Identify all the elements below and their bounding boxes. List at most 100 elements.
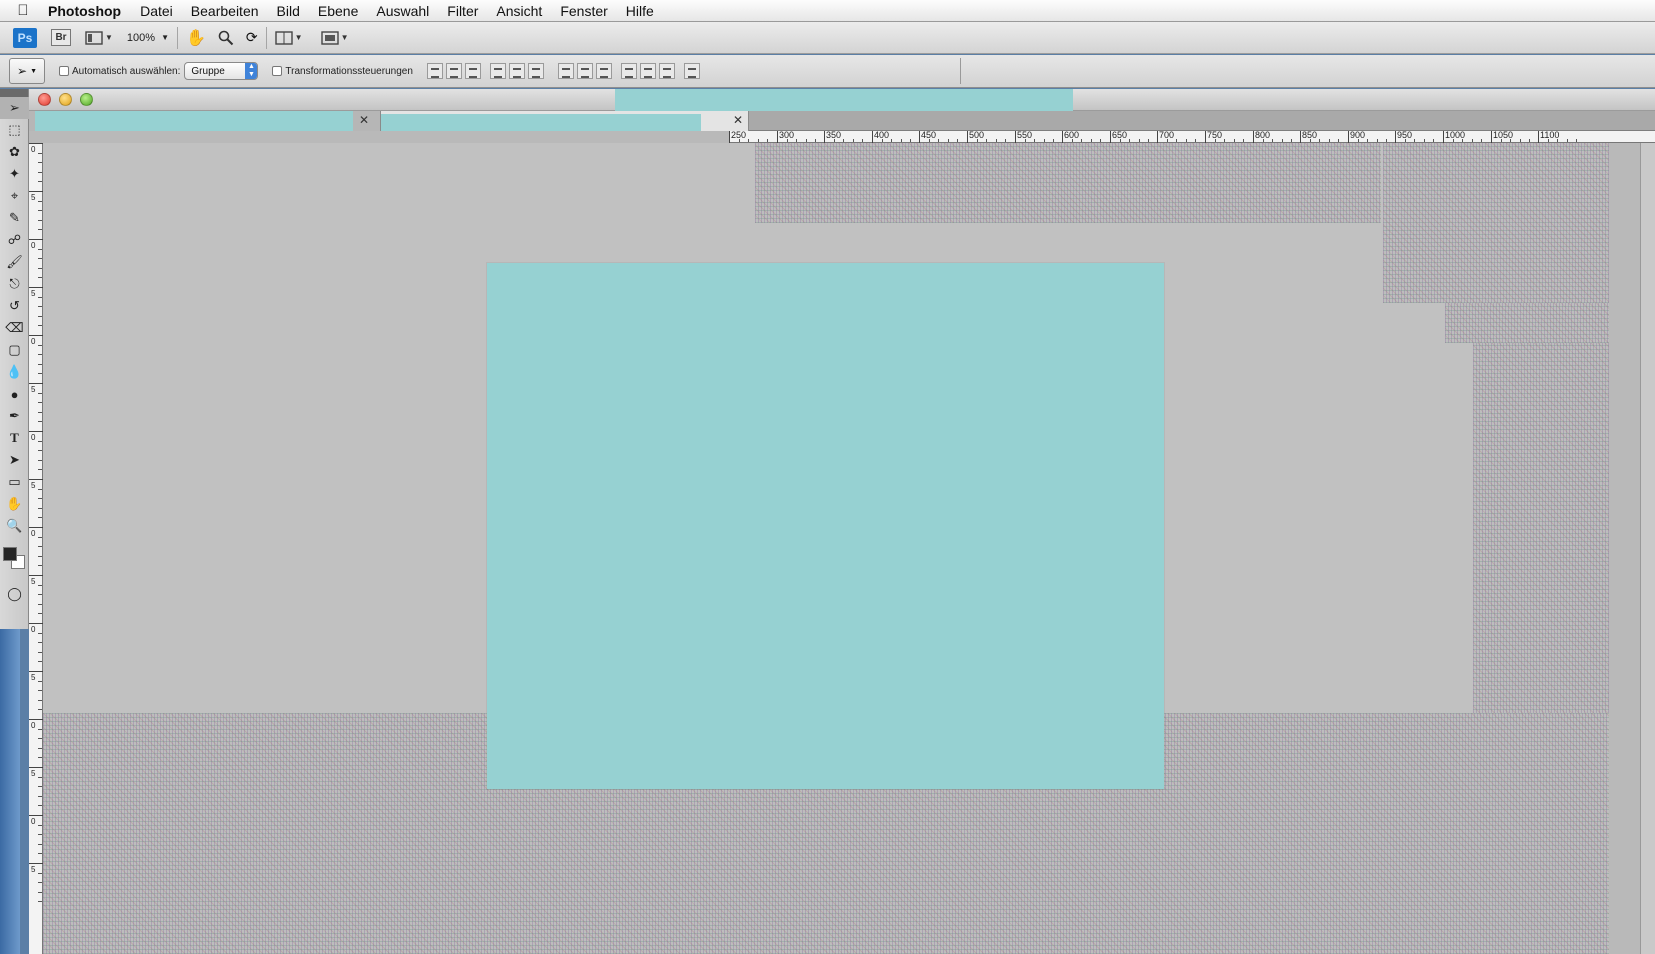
- ruler-minor-tick: [1481, 139, 1482, 142]
- document-tab-2[interactable]: ✕: [381, 111, 749, 131]
- magic-wand-tool-icon[interactable]: ✦: [0, 163, 29, 185]
- document-tab-1[interactable]: ✕: [29, 111, 381, 131]
- distribute-bottom-icon[interactable]: [595, 63, 612, 79]
- ruler-minor-tick: [38, 229, 42, 230]
- distribute-vertical-center-icon[interactable]: [576, 63, 593, 79]
- ruler-minor-tick: [1195, 139, 1196, 142]
- align-right-icon[interactable]: [527, 63, 544, 79]
- zoom-level-dropdown[interactable]: 100% ▼: [127, 32, 169, 44]
- menu-bearbeiten[interactable]: Bearbeiten: [182, 3, 268, 19]
- type-tool-icon[interactable]: T: [0, 427, 29, 449]
- screen-mode-button[interactable]: ▼: [320, 30, 348, 45]
- zoom-window-button[interactable]: [80, 93, 93, 106]
- ruler-minor-tick: [1424, 139, 1425, 142]
- ruler-minor-tick: [38, 153, 42, 154]
- ruler-minor-tick: [38, 450, 42, 451]
- minimize-window-button[interactable]: [59, 93, 72, 106]
- close-window-button[interactable]: [38, 93, 51, 106]
- healing-brush-tool-icon[interactable]: ☍: [0, 229, 29, 251]
- clone-stamp-tool-icon[interactable]: ⎋: [0, 273, 29, 295]
- ruler-minor-tick: [1405, 139, 1406, 142]
- ruler-label: 0: [31, 433, 36, 442]
- apple-logo-icon[interactable]: : [0, 2, 46, 19]
- align-left-icon[interactable]: [489, 63, 506, 79]
- auto-select-option[interactable]: Automatisch auswählen:: [59, 66, 180, 77]
- ruler-minor-tick: [1567, 139, 1568, 142]
- crop-tool-icon[interactable]: ⌖: [0, 185, 29, 207]
- bridge-button[interactable]: Br: [51, 29, 71, 46]
- foreground-color-swatch[interactable]: [3, 547, 17, 561]
- ruler-minor-tick: [948, 139, 949, 142]
- chevron-down-icon: ▼: [105, 33, 113, 42]
- arrange-documents-button[interactable]: ▼: [274, 30, 303, 45]
- marquee-tool-icon[interactable]: ⬚: [0, 119, 29, 141]
- tool-preset-picker[interactable]: ➢ ▼: [9, 58, 45, 84]
- gradient-tool-icon[interactable]: ▢: [0, 339, 29, 361]
- ruler-label: 400: [874, 130, 890, 140]
- ruler-minor-tick: [1263, 139, 1264, 142]
- menu-filter[interactable]: Filter: [438, 3, 487, 19]
- ruler-minor-tick: [986, 139, 987, 142]
- distribute-horizontal-center-icon[interactable]: [639, 63, 656, 79]
- transform-controls-checkbox[interactable]: [272, 66, 283, 76]
- ruler-minor-tick: [38, 201, 42, 202]
- close-tab-icon[interactable]: ✕: [359, 113, 369, 127]
- ruler-minor-tick: [38, 325, 42, 326]
- menu-hilfe[interactable]: Hilfe: [617, 3, 663, 19]
- menu-ebene[interactable]: Ebene: [309, 3, 367, 19]
- auto-align-layers-icon[interactable]: [683, 63, 700, 79]
- rotate-view-icon[interactable]: ⟳: [246, 29, 258, 46]
- zoom-tool-icon[interactable]: 🔍: [0, 515, 29, 537]
- menu-auswahl[interactable]: Auswahl: [367, 3, 438, 19]
- move-tool-icon[interactable]: ➢: [0, 97, 29, 119]
- pen-tool-icon[interactable]: ✒: [0, 405, 29, 427]
- zoom-icon[interactable]: [218, 30, 234, 46]
- view-extras-button[interactable]: ▼: [85, 30, 113, 45]
- align-top-icon[interactable]: [426, 63, 443, 79]
- vertical-scrollbar[interactable]: [1640, 143, 1655, 954]
- menu-datei[interactable]: Datei: [131, 3, 182, 19]
- close-tab-icon[interactable]: ✕: [733, 113, 743, 127]
- menu-bild[interactable]: Bild: [268, 3, 309, 19]
- ruler-minor-tick: [38, 901, 42, 902]
- eraser-tool-icon[interactable]: ⌫: [0, 317, 29, 339]
- ruler-label: 5: [31, 865, 36, 874]
- document-canvas[interactable]: [487, 263, 1164, 789]
- menu-fenster[interactable]: Fenster: [551, 3, 616, 19]
- view-extras-icon: [85, 30, 103, 45]
- ruler-major-tick: [29, 719, 43, 720]
- menu-app-name[interactable]: Photoshop: [46, 3, 131, 19]
- ruler-minor-tick: [1129, 139, 1130, 142]
- transform-controls-option[interactable]: Transformationssteuerungen: [272, 66, 413, 77]
- shape-tool-icon[interactable]: ▭: [0, 471, 29, 493]
- auto-select-dropdown[interactable]: Gruppe ▲ ▼: [184, 62, 259, 80]
- auto-select-checkbox[interactable]: [59, 66, 69, 76]
- history-brush-tool-icon[interactable]: ↺: [0, 295, 29, 317]
- blur-tool-icon[interactable]: 💧: [0, 361, 29, 383]
- ruler-minor-tick: [1053, 139, 1054, 142]
- redacted-tab-title: [35, 111, 353, 131]
- distribute-left-icon[interactable]: [620, 63, 637, 79]
- ruler-minor-tick: [1338, 139, 1339, 142]
- hand-icon[interactable]: ✋: [186, 28, 206, 48]
- pasteboard[interactable]: [43, 143, 1609, 954]
- menu-ansicht[interactable]: Ansicht: [487, 3, 551, 19]
- distribute-right-icon[interactable]: [658, 63, 675, 79]
- brush-tool-icon[interactable]: 🖌: [0, 251, 29, 273]
- lasso-tool-icon[interactable]: ✿: [0, 141, 29, 163]
- dodge-tool-icon[interactable]: ●: [0, 383, 29, 405]
- ruler-minor-tick: [38, 249, 42, 250]
- distribute-top-icon[interactable]: [557, 63, 574, 79]
- hand-tool-icon[interactable]: ✋: [0, 493, 29, 515]
- align-bottom-icon[interactable]: [464, 63, 481, 79]
- tools-panel-header[interactable]: [0, 89, 28, 97]
- ruler-minor-tick: [815, 139, 816, 142]
- align-vertical-center-icon[interactable]: [445, 63, 462, 79]
- quick-mask-icon[interactable]: ◯: [0, 583, 29, 605]
- ruler-minor-tick: [38, 565, 42, 566]
- eyedropper-tool-icon[interactable]: ✎: [0, 207, 29, 229]
- path-selection-tool-icon[interactable]: ➤: [0, 449, 29, 471]
- ruler-major-tick: [29, 143, 43, 144]
- ruler-major-tick: [29, 767, 43, 768]
- align-horizontal-center-icon[interactable]: [508, 63, 525, 79]
